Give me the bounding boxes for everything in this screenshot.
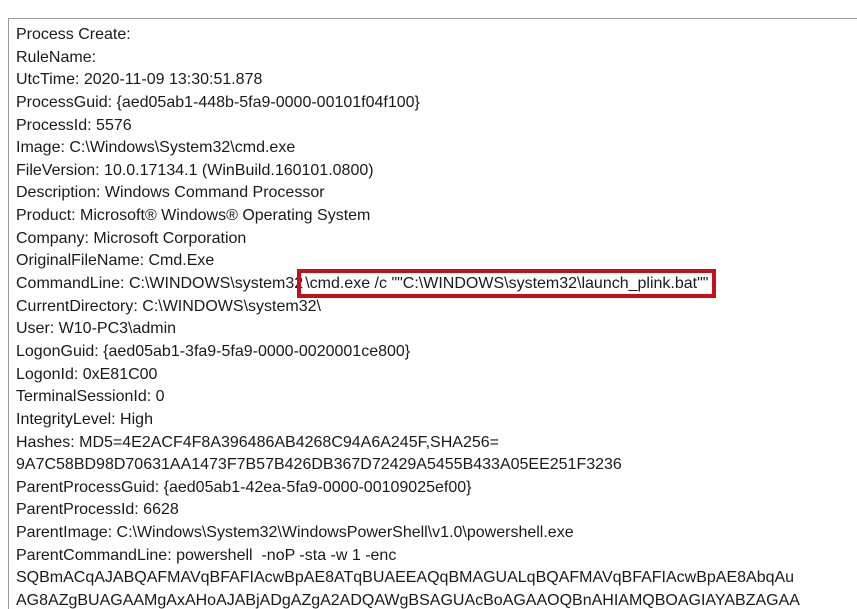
- field-value: 9A7C58BD98D70631AA1473F7B57B426DB367D724…: [16, 456, 622, 474]
- field-label: ProcessId:: [16, 116, 92, 134]
- field-label: LogonId:: [16, 365, 79, 383]
- field-value: C:\Windows\System32\cmd.exe: [64, 139, 296, 157]
- field-value: {aed05ab1-448b-5fa9-0000-00101f04f100}: [112, 93, 420, 111]
- field-label: ParentProcessGuid:: [16, 478, 160, 496]
- field-value: 6628: [138, 501, 179, 519]
- field-value: Microsoft® Windows® Operating System: [75, 207, 371, 225]
- field-label: CurrentDirectory:: [16, 297, 138, 315]
- field-label: TerminalSessionId:: [16, 388, 152, 406]
- field-value: Windows Command Processor: [100, 184, 325, 202]
- event-field-line: Process Create:: [16, 24, 800, 47]
- field-label: IntegrityLevel:: [16, 410, 116, 428]
- field-label: ParentCommandLine:: [16, 546, 172, 564]
- field-value: C:\WINDOWS\system32\: [137, 297, 321, 315]
- field-label: CommandLine:: [16, 275, 125, 293]
- event-field-line: IntegrityLevel: High: [16, 409, 800, 432]
- field-value: Microsoft Corporation: [88, 229, 247, 247]
- field-value: 0: [151, 388, 165, 406]
- event-field-line: ParentImage: C:\Windows\System32\Windows…: [16, 522, 800, 545]
- event-field-line: ParentCommandLine: powershell -noP -sta …: [16, 545, 800, 568]
- field-value: 0xE81C00: [78, 365, 158, 383]
- field-label: Process Create:: [16, 26, 131, 43]
- field-label: ParentProcessId:: [16, 501, 139, 519]
- event-field-line: TerminalSessionId: 0: [16, 386, 800, 409]
- field-value: SQBmACqAJABQAFMAVqBFAFIAcwBpAE8ATqBUAEEA…: [16, 569, 795, 587]
- field-value: {aed05ab1-3fa9-5fa9-0000-0020001ce800}: [98, 342, 411, 360]
- field-value: 5576: [91, 116, 132, 134]
- field-value: AG8AZgBUAGAAMgAxAHoAJABjADgAZgA2ADQAWgBS…: [16, 592, 800, 609]
- field-value: 10.0.17134.1 (WinBuild.160101.0800): [99, 161, 374, 179]
- field-label: UtcTime:: [16, 71, 80, 89]
- event-field-line: LogonId: 0xE81C00: [16, 364, 800, 387]
- event-field-line: ParentProcessGuid: {aed05ab1-42ea-5fa9-0…: [16, 477, 800, 500]
- field-label: ProcessGuid:: [16, 93, 113, 111]
- field-value: {aed05ab1-42ea-5fa9-0000-00109025ef00}: [159, 478, 472, 496]
- field-label: ParentImage:: [16, 524, 113, 542]
- field-label: User:: [16, 320, 55, 338]
- field-value: W10-PC3\admin: [54, 320, 177, 338]
- event-field-line: Description: Windows Command Processor: [16, 182, 800, 205]
- field-value: Cmd.Exe: [144, 252, 215, 270]
- event-field-line: 9A7C58BD98D70631AA1473F7B57B426DB367D724…: [16, 454, 800, 477]
- field-label: RuleName:: [16, 48, 97, 66]
- field-label: Image:: [16, 139, 65, 157]
- field-label: Description:: [16, 184, 101, 202]
- field-value: powershell -noP -sta -w 1 -enc: [171, 546, 397, 564]
- event-field-line: Product: Microsoft® Windows® Operating S…: [16, 205, 800, 228]
- event-field-line: ParentProcessId: 6628: [16, 499, 800, 522]
- event-details-textbox[interactable]: Process Create: RuleName: UtcTime: 2020-11…: [8, 18, 857, 609]
- event-field-line: Hashes: MD5=4E2ACF4F8A396486AB4268C94A6A…: [16, 432, 800, 455]
- commandline-highlight: \cmd.exe /c ""C:\WINDOWS\system32\launch…: [297, 269, 717, 299]
- event-field-line: CurrentDirectory: C:\WINDOWS\system32\: [16, 296, 800, 319]
- field-value: 2020-11-09 13:30:51.878: [79, 71, 263, 89]
- event-field-line: User: W10-PC3\admin: [16, 318, 800, 341]
- field-label: Hashes:: [16, 433, 75, 451]
- field-value: High: [115, 410, 153, 428]
- event-field-line: Image: C:\Windows\System32\cmd.exe: [16, 137, 800, 160]
- field-value: C:\Windows\System32\WindowsPowerShell\v1…: [112, 524, 574, 542]
- field-label: FileVersion:: [16, 161, 100, 179]
- event-field-line: LogonGuid: {aed05ab1-3fa9-5fa9-0000-0020…: [16, 341, 800, 364]
- event-field-line: ProcessId: 5576: [16, 115, 800, 138]
- event-field-line: SQBmACqAJABQAFMAVqBFAFIAcwBpAE8ATqBUAEEA…: [16, 567, 800, 590]
- event-field-line: RuleName:: [16, 47, 800, 70]
- field-label: Company:: [16, 229, 89, 247]
- field-label: OriginalFileName:: [16, 252, 145, 270]
- event-field-line: FileVersion: 10.0.17134.1 (WinBuild.1601…: [16, 160, 800, 183]
- event-field-line: CommandLine: C:\WINDOWS\system32 \cmd.exe…: [16, 269, 800, 299]
- event-field-line: ProcessGuid: {aed05ab1-448b-5fa9-0000-00…: [16, 92, 800, 115]
- field-value: C:\WINDOWS\system32: [124, 275, 304, 293]
- event-field-line: UtcTime: 2020-11-09 13:30:51.878: [16, 69, 800, 92]
- event-text: Process Create: RuleName: UtcTime: 2020-11…: [16, 24, 800, 609]
- field-label: LogonGuid:: [16, 342, 99, 360]
- event-field-line: OriginalFileName: Cmd.Exe: [16, 250, 800, 273]
- event-field-line: Company: Microsoft Corporation: [16, 228, 800, 251]
- field-label: Product:: [16, 207, 76, 225]
- field-value: MD5=4E2ACF4F8A396486AB4268C94A6A245F,SHA…: [74, 433, 499, 451]
